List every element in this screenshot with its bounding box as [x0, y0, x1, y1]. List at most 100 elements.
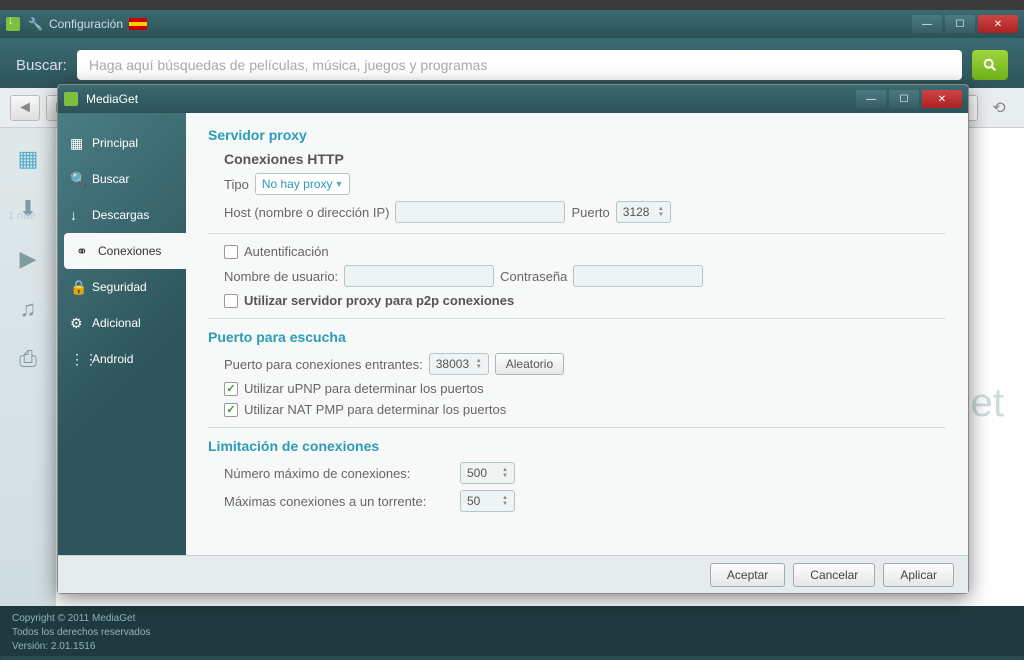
tab-device-icon[interactable]: ⎙ [13, 344, 43, 374]
sidebar-item-label: Principal [92, 136, 138, 150]
dialog-body: ▦ Principal 🔍Buscar ↓ Descargas ⚭ Conexione… [58, 113, 968, 555]
chevron-down-icon: ▼ [335, 179, 344, 189]
max-conn-value: 500 [467, 466, 487, 480]
password-input[interactable] [573, 265, 703, 287]
proxy-host-input[interactable] [395, 201, 565, 223]
max-torrent-value: 50 [467, 494, 480, 508]
sidebar-item-conexiones[interactable]: ⚭ Conexiones [64, 233, 186, 269]
section-listen-title: Puerto para escucha [208, 329, 946, 345]
wrench-icon: 🔧 [28, 17, 43, 31]
search-input[interactable]: Haga aquí búsquedas de películas, música… [77, 50, 962, 80]
dialog-footer: Aceptar Cancelar Aplicar [58, 555, 968, 593]
max-torrent-input[interactable]: 50 ▲▼ [460, 490, 515, 512]
ghost-text: et [971, 381, 1004, 426]
spinner-icon[interactable]: ▲▼ [502, 495, 508, 507]
dialog-maximize-button[interactable]: ☐ [889, 90, 919, 108]
max-conn-input[interactable]: 500 ▲▼ [460, 462, 515, 484]
gear-icon: ⚙ [70, 315, 84, 332]
proxy-type-value: No hay proxy [262, 177, 333, 191]
section-proxy-title: Servidor proxy [208, 127, 946, 143]
proxy-host-label: Host (nombre o dirección IP) [224, 205, 389, 220]
main-footer: Copyright © 2011 MediaGet Todos los dere… [0, 606, 1024, 656]
listen-port-value: 38003 [436, 357, 469, 371]
listen-port-label: Puerto para conexiones entrantes: [224, 357, 423, 372]
settings-sidebar: ▦ Principal 🔍Buscar ↓ Descargas ⚭ Conexione… [58, 113, 186, 555]
sidebar-item-seguridad[interactable]: 🔒Seguridad [58, 269, 186, 305]
p2p-proxy-checkbox[interactable] [224, 294, 238, 308]
link-icon: ⚭ [76, 243, 90, 260]
grid-icon: ▦ [70, 135, 84, 152]
password-label: Contraseña [500, 269, 567, 284]
footer-rights: Todos los derechos reservados [12, 626, 1012, 640]
app-icon [64, 92, 78, 106]
footer-copyright: Copyright © 2011 MediaGet [12, 612, 1012, 626]
settings-dialog: MediaGet — ☐ ✕ ▦ Principal 🔍Buscar ↓ Desca… [57, 84, 969, 594]
cancel-button[interactable]: Cancelar [793, 563, 875, 587]
search-button[interactable] [972, 50, 1008, 80]
proxy-type-label: Tipo [224, 177, 249, 192]
nav-refresh-button[interactable]: ⟲ [984, 95, 1014, 121]
window-controls: — ☐ ✕ [912, 15, 1018, 33]
maximize-button[interactable]: ☐ [945, 15, 975, 33]
upnp-checkbox[interactable] [224, 382, 238, 396]
auth-checkbox[interactable] [224, 245, 238, 259]
dialog-title: MediaGet [86, 92, 138, 106]
spinner-icon[interactable]: ▲▼ [476, 358, 482, 370]
nav-back-button[interactable]: ◄ [10, 95, 40, 121]
accept-button[interactable]: Aceptar [710, 563, 785, 587]
sidebar-item-label: Descargas [92, 208, 149, 222]
random-port-button[interactable]: Aleatorio [495, 353, 564, 375]
settings-content: Servidor proxy Conexiones HTTP Tipo No h… [186, 113, 968, 555]
listen-port-input[interactable]: 38003 ▲▼ [429, 353, 489, 375]
android-icon: ⋮⋮ [70, 351, 84, 368]
upnp-label: Utilizar uPNP para determinar los puerto… [244, 381, 484, 396]
spain-flag-icon [129, 18, 147, 30]
main-sidebar: ▦ ⬇ ▶ ♫ ⎙ [0, 128, 56, 606]
window-title-text: Configuración [49, 17, 123, 31]
dialog-close-button[interactable]: ✕ [922, 90, 962, 108]
spinner-icon[interactable]: ▲▼ [502, 467, 508, 479]
http-connections-title: Conexiones HTTP [224, 151, 946, 167]
proxy-type-select[interactable]: No hay proxy▼ [255, 173, 351, 195]
tab-video-icon[interactable]: ▶ [13, 244, 43, 274]
spinner-icon[interactable]: ▲▼ [658, 206, 664, 218]
search-icon [982, 57, 998, 73]
sidebar-item-adicional[interactable]: ⚙ Adicional [58, 305, 186, 341]
main-titlebar: 🔧 Configuración — ☐ ✕ [0, 10, 1024, 38]
dialog-minimize-button[interactable]: — [856, 90, 886, 108]
proxy-port-label: Puerto [571, 205, 609, 220]
close-button[interactable]: ✕ [978, 15, 1018, 33]
tab-library-icon[interactable]: ▦ [13, 144, 43, 174]
footer-version: Versión: 2.01.1516 [12, 640, 1012, 654]
p2p-proxy-label: Utilizar servidor proxy para p2p conexio… [244, 293, 514, 308]
proxy-port-input[interactable]: 3128 ▲▼ [616, 201, 671, 223]
dialog-titlebar: MediaGet — ☐ ✕ [58, 85, 968, 113]
divider [208, 233, 946, 234]
sidebar-item-buscar[interactable]: 🔍Buscar [58, 161, 186, 197]
search-bar: Buscar: Haga aquí búsquedas de películas… [0, 38, 1024, 88]
sidebar-item-label: Android [92, 352, 133, 366]
username-label: Nombre de usuario: [224, 269, 338, 284]
proxy-port-value: 3128 [623, 205, 650, 219]
natpmp-checkbox[interactable] [224, 403, 238, 417]
lock-icon: 🔒 [70, 279, 84, 296]
tab-music-icon[interactable]: ♫ [13, 294, 43, 324]
sidebar-item-label: Adicional [92, 316, 141, 330]
max-torrent-label: Máximas conexiones a un torrente: [224, 494, 454, 509]
sidebar-item-android[interactable]: ⋮⋮ Android [58, 341, 186, 377]
natpmp-label: Utilizar NAT PMP para determinar los pue… [244, 402, 506, 417]
search-icon: 🔍 [70, 171, 84, 188]
download-icon: ↓ [70, 207, 84, 223]
section-limit-title: Limitación de conexiones [208, 438, 946, 454]
sidebar-item-principal[interactable]: ▦ Principal [58, 125, 186, 161]
window-title: Configuración [49, 17, 147, 31]
divider [208, 318, 946, 319]
search-label: Buscar: [16, 57, 67, 74]
username-input[interactable] [344, 265, 494, 287]
max-conn-label: Número máximo de conexiones: [224, 466, 454, 481]
sidebar-item-descargas[interactable]: ↓ Descargas [58, 197, 186, 233]
app-icon [6, 17, 20, 31]
sidebar-item-label: Conexiones [98, 244, 161, 258]
apply-button[interactable]: Aplicar [883, 563, 954, 587]
minimize-button[interactable]: — [912, 15, 942, 33]
